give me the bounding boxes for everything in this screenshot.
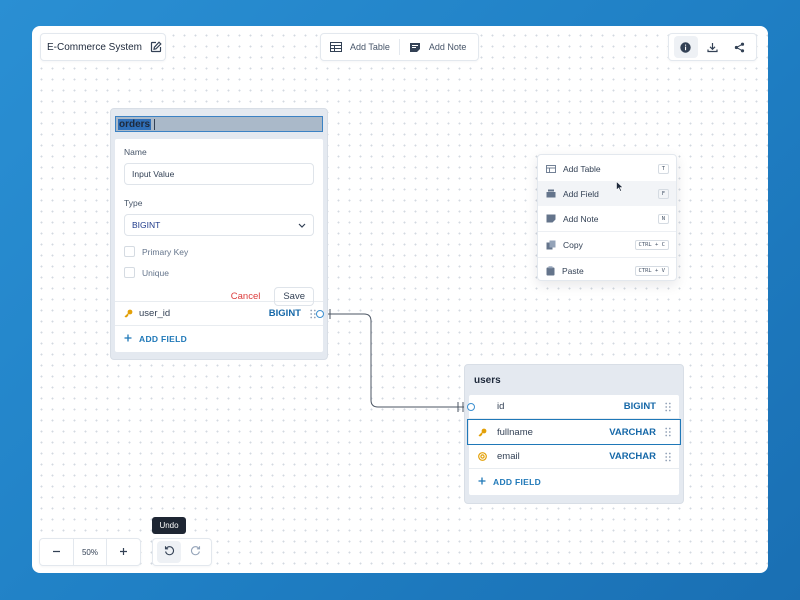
table-name-selection: orders — [118, 118, 152, 130]
menu-item-label: Paste — [562, 265, 584, 276]
field-type-select[interactable]: BIGINT — [124, 214, 314, 236]
plus-icon — [478, 477, 486, 487]
menu-item-label: Add Field — [563, 188, 599, 199]
text-caret — [154, 118, 156, 130]
menu-item-label: Copy — [563, 239, 583, 250]
shortcut-badge: T — [657, 163, 669, 174]
add-field-button[interactable]: ADD FIELD — [115, 326, 323, 352]
shortcut-badge: N — [657, 213, 669, 224]
name-label: Name — [124, 147, 147, 157]
shortcut-badge: CTRL + V — [634, 265, 669, 276]
add-field-label: ADD FIELD — [139, 334, 188, 344]
field-name: user_id — [139, 308, 171, 319]
menu-item-add-table[interactable]: Add Table T — [538, 156, 676, 181]
undo-icon — [164, 543, 175, 561]
orders-table-body: Name Input Value Type BIGINT Primary Key… — [115, 139, 323, 352]
zoom-in-button[interactable] — [107, 539, 140, 565]
field-editor: Name Input Value Type BIGINT Primary Key… — [115, 139, 323, 306]
copy-icon — [546, 240, 556, 250]
users-table-body: id BIGINT fullname VARCHAR email VARCHAR… — [467, 395, 681, 495]
field-name: fullname — [497, 426, 533, 438]
field-type: VARCHAR — [609, 426, 656, 438]
drag-handle-icon[interactable] — [664, 427, 672, 437]
menu-item-add-note[interactable]: Add Note N — [538, 206, 676, 231]
table-row-selected[interactable]: fullname VARCHAR — [467, 419, 681, 445]
primary-key-label: Primary Key — [142, 246, 189, 257]
chevron-down-icon — [298, 223, 306, 228]
menu-item-label: Add Table — [563, 163, 601, 174]
plus-icon — [119, 543, 128, 561]
unique-row[interactable]: Unique — [124, 266, 314, 279]
unique-icon — [478, 452, 487, 461]
unique-checkbox[interactable] — [124, 267, 135, 278]
note-icon — [546, 214, 556, 223]
type-label: Type — [124, 198, 143, 208]
connection-handle[interactable] — [467, 403, 475, 411]
zoom-out-button[interactable] — [40, 539, 73, 565]
zoom-controls: 50% — [39, 538, 141, 566]
undo-button[interactable] — [157, 541, 181, 563]
minus-icon — [52, 543, 61, 561]
primary-key-checkbox[interactable] — [124, 246, 135, 257]
add-field-label: ADD FIELD — [493, 477, 542, 487]
table-icon — [546, 164, 556, 173]
table-name-input[interactable]: orders — [115, 116, 323, 132]
menu-item-label: Add Note — [563, 213, 599, 224]
shortcut-badge: CTRL + C — [634, 239, 669, 250]
table-row[interactable]: id BIGINT — [469, 395, 679, 419]
save-button[interactable]: Save — [274, 287, 314, 306]
field-name-input[interactable]: Input Value — [124, 163, 314, 185]
orders-table[interactable]: orders Name Input Value Type BIGINT Prim… — [110, 108, 328, 360]
redo-button[interactable] — [183, 541, 207, 563]
menu-item-add-field[interactable]: Add Field F — [538, 181, 676, 206]
users-table-header[interactable]: users — [469, 365, 679, 395]
unique-label: Unique — [142, 267, 169, 278]
field-type-value: BIGINT — [132, 220, 161, 230]
orders-table-header: orders — [115, 109, 323, 139]
field-name: id — [497, 401, 505, 412]
field-icon — [546, 189, 556, 198]
undo-tooltip: Undo — [152, 517, 186, 534]
key-icon — [124, 309, 133, 318]
shortcut-badge: F — [657, 188, 669, 199]
field-type: BIGINT — [623, 401, 656, 412]
table-row[interactable]: email VARCHAR — [469, 445, 679, 469]
field-type: VARCHAR — [609, 451, 656, 462]
history-controls — [152, 538, 212, 566]
add-field-button[interactable]: ADD FIELD — [469, 469, 679, 495]
plus-icon — [124, 334, 132, 344]
mouse-cursor-icon — [616, 179, 624, 197]
cancel-button[interactable]: Cancel — [225, 288, 267, 305]
field-name: email — [497, 451, 520, 462]
users-table[interactable]: users id BIGINT fullname VARCHAR email V… — [464, 364, 684, 504]
menu-item-copy[interactable]: Copy CTRL + C — [538, 232, 676, 257]
field-type: BIGINT — [268, 308, 301, 319]
diagram-canvas[interactable]: E-Commerce System Add Table Add Note ord… — [32, 26, 768, 573]
drag-handle-icon[interactable] — [664, 452, 672, 462]
connection-handle[interactable] — [316, 310, 324, 318]
zoom-level: 50% — [73, 539, 107, 565]
key-icon — [478, 428, 487, 437]
context-menu: Add Table T Add Field F Add Note N Copy … — [537, 154, 677, 281]
clipboard-icon — [546, 265, 555, 276]
menu-item-paste[interactable]: Paste CTRL + V — [538, 258, 676, 283]
primary-key-row[interactable]: Primary Key — [124, 245, 314, 258]
redo-icon — [190, 543, 201, 561]
drag-handle-icon[interactable] — [664, 402, 672, 412]
